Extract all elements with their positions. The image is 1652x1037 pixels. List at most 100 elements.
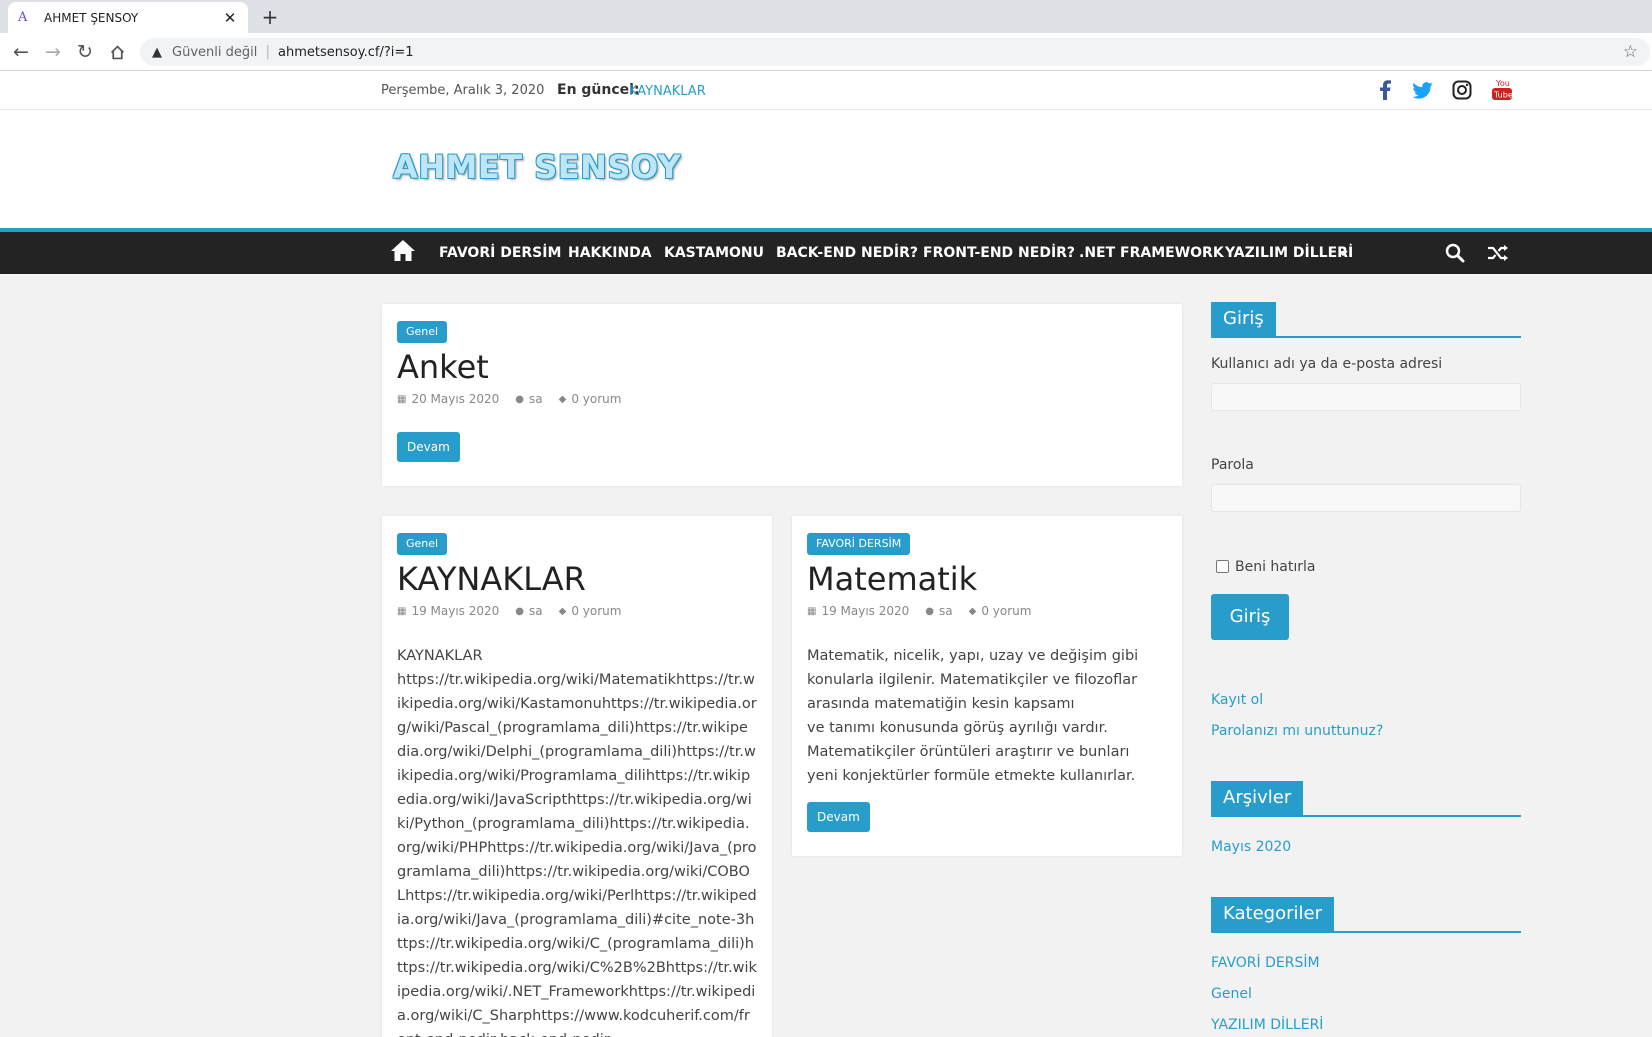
excerpt-line: ve tanımı konusunda görüş ayrılığı vardı… xyxy=(807,720,1108,736)
browser-tab[interactable]: A AHMET ŞENSOY ✕ xyxy=(8,2,248,33)
remember-me-checkbox[interactable] xyxy=(1216,560,1229,573)
current-date: Perşembe, Aralık 3, 2020 xyxy=(381,83,545,98)
post-excerpt-heading: KAYNAKLAR xyxy=(397,648,483,664)
excerpt-line: arasında matematiğin kesin kapsamı xyxy=(807,696,1075,712)
random-post-icon[interactable] xyxy=(1486,241,1510,265)
post-card-matematik: FAVORİ DERSİM Matematik ▦ 19 Mayıs 2020 … xyxy=(792,516,1182,856)
category-badge[interactable]: Genel xyxy=(397,533,448,555)
post-comments[interactable]: 0 yorum xyxy=(571,604,621,618)
latest-post-link[interactable]: KAYNAKLAR xyxy=(629,84,706,99)
nav-item-kastamonu[interactable]: KASTAMONU xyxy=(664,245,764,261)
read-more-button[interactable]: Devam xyxy=(807,802,870,832)
site-topbar: Perşembe, Aralık 3, 2020 En güncel: KAYN… xyxy=(0,71,1652,110)
address-bar[interactable]: ▲ Güvenli değil | ahmetsensoy.cf/?i=1 ☆ xyxy=(140,38,1650,66)
read-more-button[interactable]: Devam xyxy=(397,432,460,462)
browser-toolbar: ← → ↻ ▲ Güvenli değil | ahmetsensoy.cf/?… xyxy=(0,33,1652,71)
site-favicon-icon: A xyxy=(18,10,28,25)
calendar-icon: ▦ xyxy=(397,393,407,405)
calendar-icon: ▦ xyxy=(807,605,817,617)
post-meta: ▦ 19 Mayıs 2020 ● sa ◆ 0 yorum xyxy=(807,604,1031,618)
home-browser-icon[interactable] xyxy=(104,39,130,65)
back-icon[interactable]: ← xyxy=(8,39,34,65)
omnibox-separator: | xyxy=(265,44,271,60)
youtube-icon[interactable]: You Tube xyxy=(1490,78,1514,102)
widget-title-underline xyxy=(1211,336,1521,338)
nav-item-back-end[interactable]: BACK-END NEDİR? xyxy=(776,245,918,261)
post-date[interactable]: 19 Mayıs 2020 xyxy=(411,604,499,618)
browser-tabstrip: A AHMET ŞENSOY ✕ + xyxy=(0,0,1652,33)
facebook-icon[interactable] xyxy=(1373,78,1397,102)
widget-title-login: Giriş xyxy=(1211,302,1276,336)
post-author[interactable]: sa xyxy=(529,604,543,618)
post-meta: ▦ 20 Mayıs 2020 ● sa ◆ 0 yorum xyxy=(397,392,621,406)
instagram-icon[interactable] xyxy=(1450,78,1474,102)
search-icon[interactable] xyxy=(1443,241,1467,265)
latest-label: En güncel: xyxy=(557,82,640,98)
category-badge[interactable]: FAVORİ DERSİM xyxy=(807,533,911,555)
user-icon: ● xyxy=(515,605,525,617)
login-button[interactable]: Giriş xyxy=(1211,594,1289,640)
post-date[interactable]: 19 Mayıs 2020 xyxy=(821,604,909,618)
close-tab-icon[interactable]: ✕ xyxy=(222,9,238,27)
widget-title-underline xyxy=(1211,931,1521,933)
forgot-password-link[interactable]: Parolanızı mı unuttunuz? xyxy=(1211,723,1383,739)
register-link[interactable]: Kayıt ol xyxy=(1211,692,1263,708)
calendar-icon: ▦ xyxy=(397,605,407,617)
category-link[interactable]: FAVORİ DERSİM xyxy=(1211,955,1320,971)
comment-icon: ◆ xyxy=(558,393,567,405)
post-author[interactable]: sa xyxy=(529,392,543,406)
post-card-kaynaklar: Genel KAYNAKLAR ▦ 19 Mayıs 2020 ● sa ◆ 0… xyxy=(382,516,772,1037)
username-field[interactable] xyxy=(1211,383,1521,411)
nav-item-hakkinda[interactable]: HAKKINDA xyxy=(568,245,652,261)
chevron-down-icon[interactable] xyxy=(1335,243,1351,263)
url-text[interactable]: ahmetsensoy.cf/?i=1 xyxy=(278,45,1623,60)
widget-title-underline xyxy=(1211,815,1521,817)
excerpt-line: yeni konjektürler formüle etmekte kullan… xyxy=(807,768,1136,784)
bookmark-star-icon[interactable]: ☆ xyxy=(1623,42,1638,62)
excerpt-line: konularla ilgilenir. Matematikçiler ve f… xyxy=(807,672,1138,688)
remember-me-label[interactable]: Beni hatırla xyxy=(1235,559,1316,575)
post-meta: ▦ 19 Mayıs 2020 ● sa ◆ 0 yorum xyxy=(397,604,621,618)
post-author[interactable]: sa xyxy=(939,604,953,618)
reload-icon[interactable]: ↻ xyxy=(72,39,98,65)
category-link[interactable]: Genel xyxy=(1211,986,1252,1002)
site-header: AHMET SENSOY xyxy=(0,110,1652,228)
comment-icon: ◆ xyxy=(558,605,567,617)
archive-link[interactable]: Mayıs 2020 xyxy=(1211,839,1291,855)
svg-text:You: You xyxy=(1495,79,1510,88)
nav-item-front-end[interactable]: FRONT-END NEDİR? xyxy=(923,245,1075,261)
post-excerpt: https://tr.wikipedia.org/wiki/Matematikh… xyxy=(397,672,757,1037)
svg-text:Tube: Tube xyxy=(1493,91,1512,100)
user-icon: ● xyxy=(925,605,935,617)
password-field[interactable] xyxy=(1211,484,1521,512)
comment-icon: ◆ xyxy=(968,605,977,617)
user-icon: ● xyxy=(515,393,525,405)
post-excerpt: Matematik, nicelik, yapı, uzay ve değişi… xyxy=(807,644,1172,788)
post-title[interactable]: KAYNAKLAR xyxy=(397,560,586,598)
tab-title: AHMET ŞENSOY xyxy=(44,10,139,25)
excerpt-line: Matematikçiler örüntüleri araştırır ve b… xyxy=(807,744,1130,760)
security-label[interactable]: Güvenli değil xyxy=(172,45,257,60)
warning-icon[interactable]: ▲ xyxy=(152,45,162,60)
nav-item-net-framework[interactable]: .NET FRAMEWORK xyxy=(1079,245,1224,261)
category-link[interactable]: YAZILIM DİLLERİ xyxy=(1211,1017,1323,1033)
post-date[interactable]: 20 Mayıs 2020 xyxy=(411,392,499,406)
main-navigation: FAVORİ DERSİM HAKKINDA KASTAMONU BACK-EN… xyxy=(0,228,1652,274)
excerpt-line: Matematik, nicelik, yapı, uzay ve değişi… xyxy=(807,648,1139,664)
widget-title-categories: Kategoriler xyxy=(1211,897,1334,931)
password-label: Parola xyxy=(1211,457,1254,473)
category-badge[interactable]: Genel xyxy=(397,321,448,343)
post-card-anket: Genel Anket ▦ 20 Mayıs 2020 ● sa ◆ 0 yor… xyxy=(382,304,1182,486)
forward-icon[interactable]: → xyxy=(40,39,66,65)
widget-title-archives: Arşivler xyxy=(1211,781,1304,815)
post-title[interactable]: Anket xyxy=(397,348,489,386)
nav-item-favori-dersim[interactable]: FAVORİ DERSİM xyxy=(439,245,561,261)
post-comments[interactable]: 0 yorum xyxy=(571,392,621,406)
post-comments[interactable]: 0 yorum xyxy=(981,604,1031,618)
twitter-icon[interactable] xyxy=(1410,78,1434,102)
home-icon[interactable] xyxy=(390,238,418,266)
nav-item-yazilim-dilleri[interactable]: YAZILIM DİLLERİ xyxy=(1225,245,1353,261)
site-logo[interactable]: AHMET SENSOY xyxy=(393,148,681,186)
post-title[interactable]: Matematik xyxy=(807,560,977,598)
new-tab-button[interactable]: + xyxy=(258,5,282,29)
